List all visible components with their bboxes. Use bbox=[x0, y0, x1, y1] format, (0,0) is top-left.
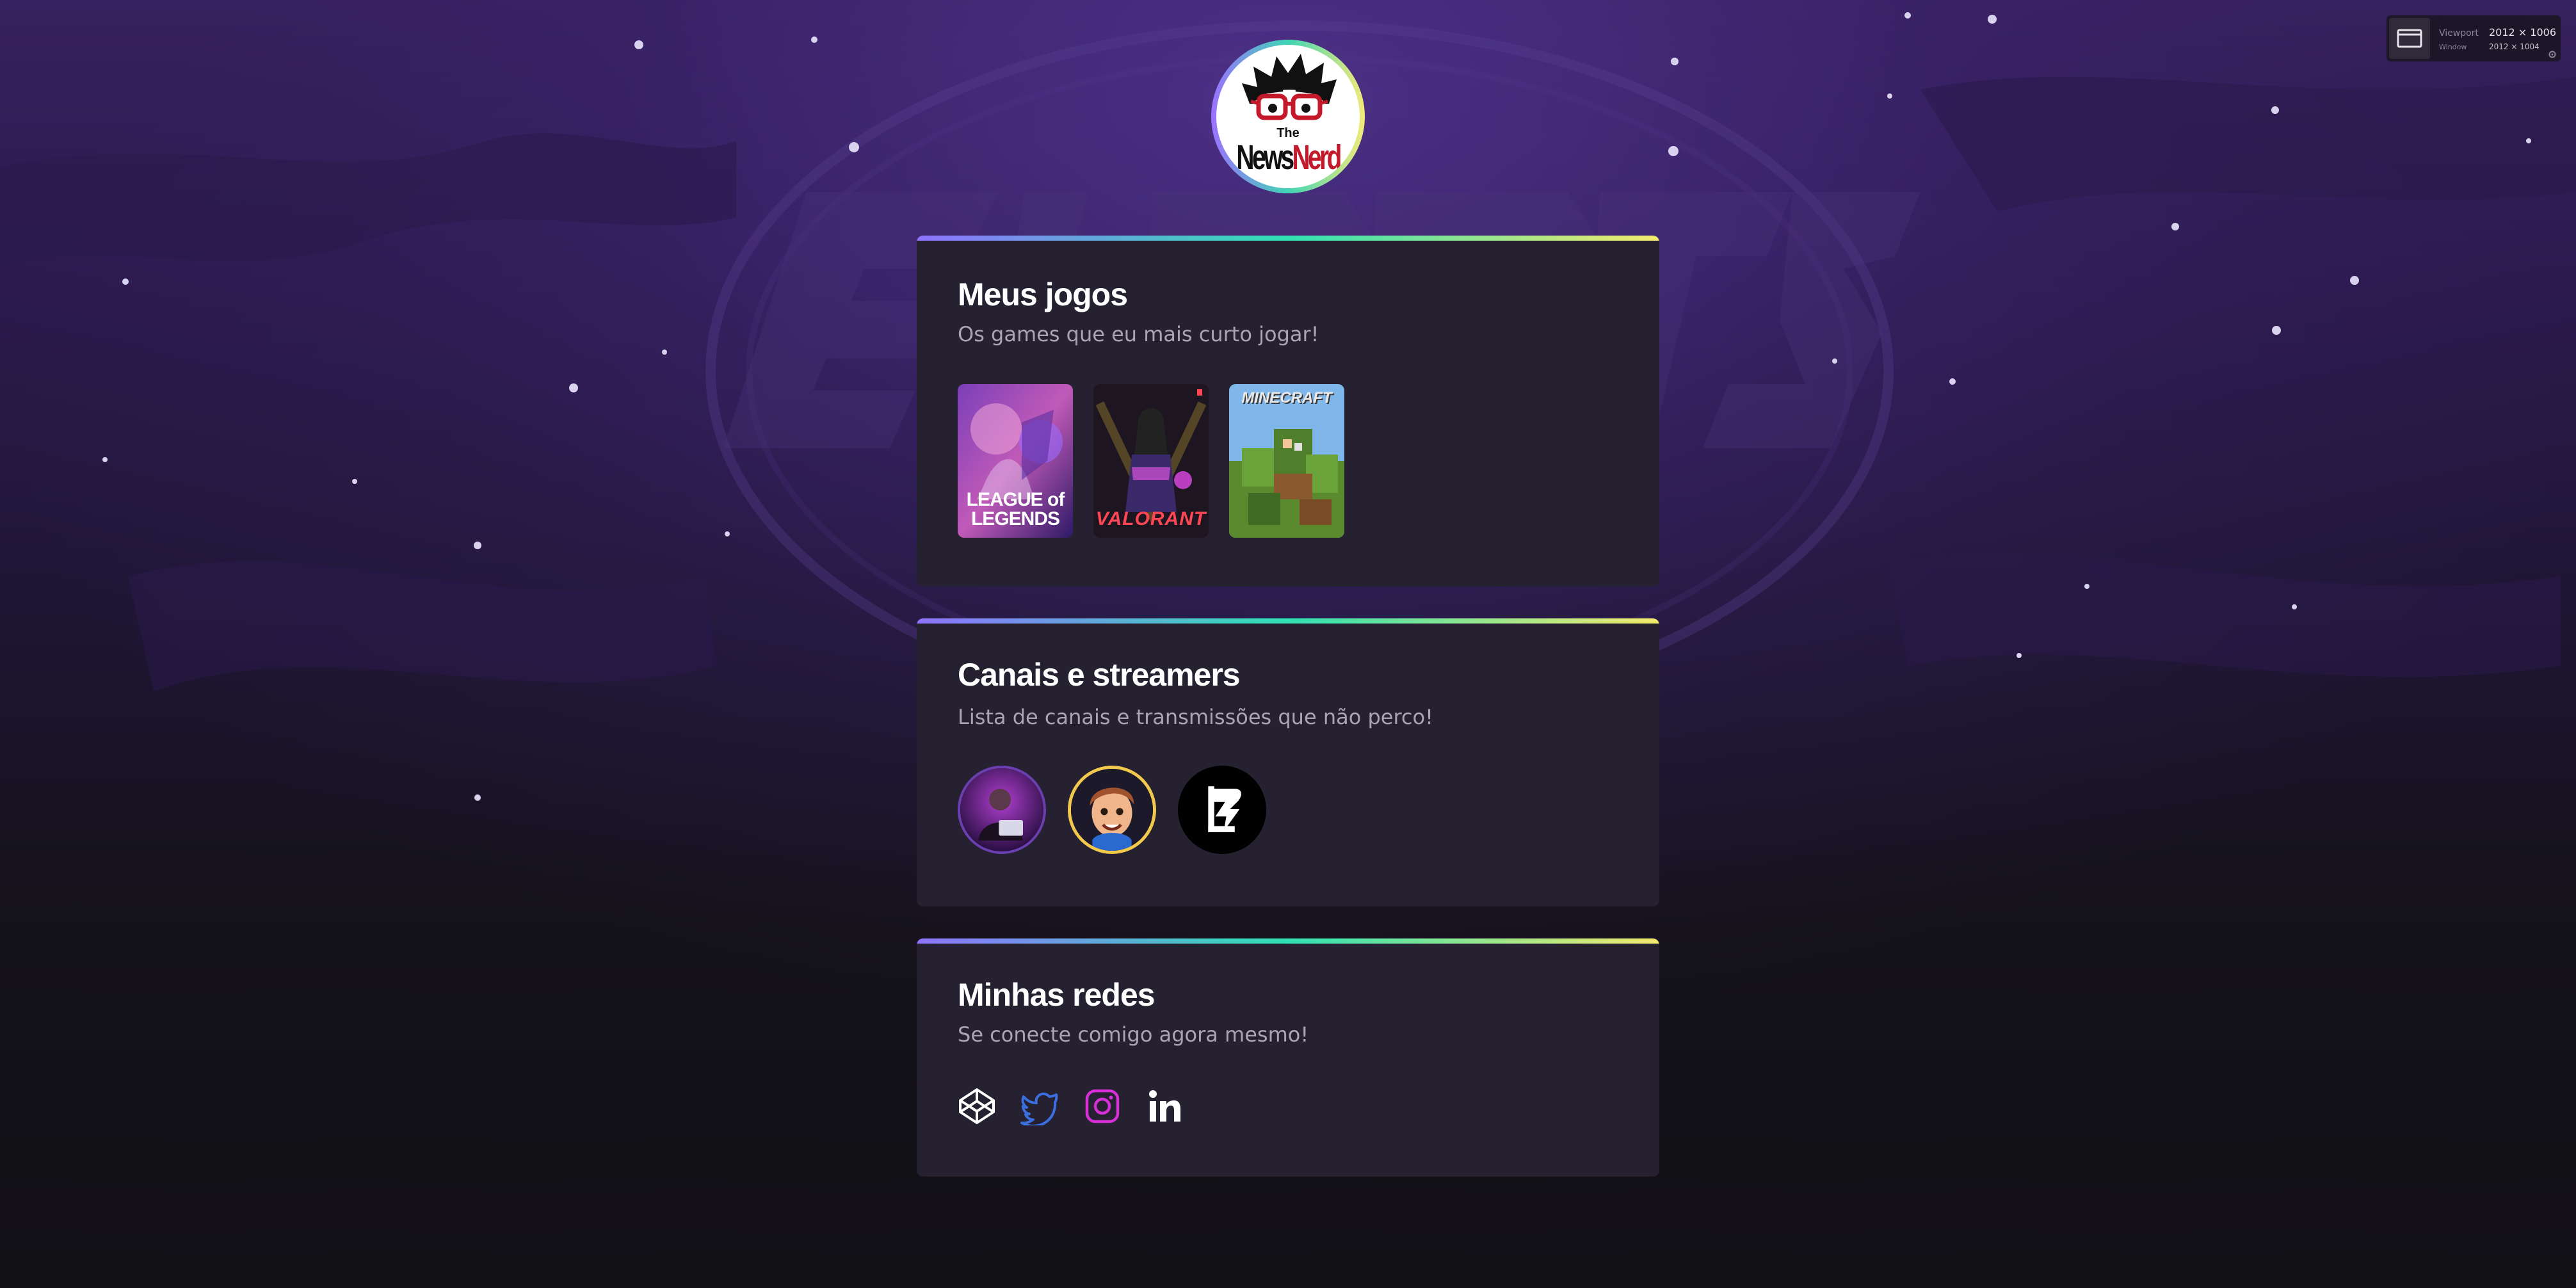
window-label: Window bbox=[2439, 42, 2467, 51]
logo-wordmark: NewsNerd bbox=[1236, 138, 1342, 177]
codepen-link[interactable] bbox=[958, 1087, 996, 1125]
window-icon bbox=[2397, 29, 2422, 48]
games-card: Meus jogos Os games que eu mais curto jo… bbox=[917, 236, 1659, 586]
channel-avatar-1[interactable] bbox=[958, 766, 1046, 854]
streamer-cartoon-avatar bbox=[1071, 769, 1153, 851]
rocketseat-avatar bbox=[1180, 768, 1264, 851]
linkedin-icon bbox=[1149, 1090, 1180, 1122]
the-news-nerd-logo: The NewsNerd bbox=[1216, 45, 1360, 188]
profile-avatar: The NewsNerd bbox=[1211, 40, 1365, 193]
streamer-purple-avatar bbox=[960, 768, 1043, 851]
game-cover-valorant[interactable]: VALORANT bbox=[1093, 384, 1209, 538]
games-subtitle: Os games que eu mais curto jogar! bbox=[958, 322, 1319, 346]
logo-nerd-text: Nerd bbox=[1292, 138, 1342, 177]
socials-subtitle: Se conecte comigo agora mesmo! bbox=[958, 1022, 1309, 1047]
instagram-link[interactable] bbox=[1083, 1087, 1122, 1125]
channels-card: Canais e streamers Lista de canais e tra… bbox=[917, 618, 1659, 906]
window-value: 2012 × 1004 bbox=[2489, 42, 2540, 51]
twitter-icon bbox=[1020, 1092, 1058, 1125]
viewport-value: 2012 × 1006 bbox=[2489, 26, 2557, 38]
logo-news-text: News bbox=[1236, 138, 1294, 177]
channels-subtitle: Lista de canais e transmissões que não p… bbox=[958, 705, 1433, 729]
socials-card: Minhas redes Se conecte comigo agora mes… bbox=[917, 938, 1659, 1177]
channel-avatar-2[interactable] bbox=[1068, 766, 1156, 854]
gear-icon[interactable] bbox=[2548, 50, 2557, 59]
valorant-cover-text: VALORANT bbox=[1095, 508, 1207, 529]
game-cover-minecraft[interactable]: MINECRAFT bbox=[1229, 384, 1344, 538]
viewport-toggle-button[interactable] bbox=[2389, 18, 2430, 59]
twitter-link[interactable] bbox=[1020, 1087, 1059, 1125]
game-cover-league-of-legends[interactable]: LEAGUE of LEGENDS bbox=[958, 384, 1073, 538]
minecraft-cover-text: MINECRAFT bbox=[1241, 389, 1332, 407]
games-title: Meus jogos bbox=[958, 277, 1128, 312]
socials-list bbox=[958, 1087, 1184, 1125]
channels-list bbox=[958, 766, 1266, 854]
viewport-info-panel: Viewport 2012 × 1006 Window 2012 × 1004 bbox=[2387, 15, 2561, 61]
codepen-icon bbox=[959, 1088, 995, 1124]
games-list: LEAGUE of LEGENDS VALORANT MINECRAFT bbox=[958, 384, 1344, 538]
league-of-legends-cover-text: LEAGUE of LEGENDS bbox=[966, 489, 1065, 529]
channel-avatar-3[interactable] bbox=[1178, 766, 1266, 854]
instagram-icon bbox=[1085, 1089, 1120, 1123]
logo-the-text: The bbox=[1276, 126, 1300, 140]
socials-title: Minhas redes bbox=[958, 977, 1155, 1013]
viewport-label: Viewport bbox=[2439, 28, 2479, 38]
linkedin-link[interactable] bbox=[1146, 1087, 1184, 1125]
channels-title: Canais e streamers bbox=[958, 657, 1241, 693]
minecraft-cover bbox=[1229, 384, 1344, 538]
